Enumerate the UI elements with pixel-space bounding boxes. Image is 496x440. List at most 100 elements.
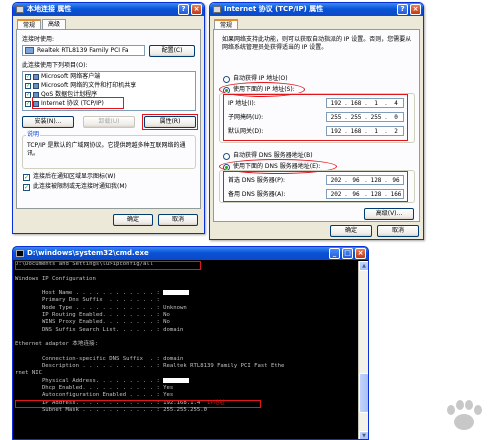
console-line: IP Address. . . . . . . . . . . . : 192.… bbox=[15, 399, 358, 408]
minimize-button[interactable]: _ bbox=[329, 248, 340, 259]
ok-button[interactable]: 确定 bbox=[113, 214, 153, 226]
close-button[interactable]: × bbox=[410, 4, 421, 15]
tcpip-highlight bbox=[32, 97, 124, 109]
adapter-name: Realtek RTL8139 Family PCI Fa bbox=[37, 47, 129, 54]
console-icon bbox=[16, 250, 24, 257]
help-button[interactable]: ? bbox=[178, 4, 189, 15]
console-line: Dhcp Enabled. . . . . . . . . . . : Yes bbox=[15, 385, 358, 392]
description-text: TCP/IP 是默认的广域网协议。它提供跨越多种互联网络的通讯。 bbox=[27, 142, 186, 157]
network-adapter-icon bbox=[25, 47, 34, 54]
vertical-scrollbar[interactable]: ▲ ▼ bbox=[358, 261, 368, 439]
console-line: Node Type . . . . . . . . . . . . : Unkn… bbox=[15, 305, 358, 312]
console-line-text: Node Type . . . . . . . . . . . . : Unkn… bbox=[15, 304, 187, 311]
checkbox[interactable]: ✓ bbox=[25, 100, 31, 107]
console-line: Physical Address. . . . . . . . . : bbox=[15, 377, 358, 385]
install-button[interactable]: 安装(N)... bbox=[22, 116, 74, 128]
scroll-down-arrow-icon[interactable]: ▼ bbox=[359, 431, 368, 439]
console-line: Primary Dns Suffix . . . . . . . : bbox=[15, 297, 358, 304]
console-line: Host Name . . . . . . . . . . . . : bbox=[15, 290, 358, 297]
intro-text: 如果网络支持此功能，则可以获取自动指派的 IP 设置。否则，您需要从网络系统管理… bbox=[222, 36, 412, 51]
show-icon-label: 连接后在通知区域显示图标(W) bbox=[33, 173, 116, 180]
cancel-button[interactable]: 取消 bbox=[377, 225, 419, 237]
console-line: Autoconfiguration Enabled . . . . : Yes bbox=[15, 392, 358, 399]
close-button[interactable]: × bbox=[191, 4, 202, 15]
component-icon bbox=[33, 73, 39, 80]
paw-watermark-icon bbox=[447, 400, 482, 430]
console-line-text: DNS Suffix Search List. . . . . . : doma… bbox=[15, 326, 184, 333]
notify-checkbox[interactable]: ✓ bbox=[23, 184, 30, 191]
console-line-text: Dhcp Enabled. . . . . . . . . . . : Yes bbox=[15, 385, 174, 392]
console-line-text: IP Routing Enabled. . . . . . . . : No bbox=[15, 312, 170, 319]
description-title: 说明 bbox=[26, 131, 41, 139]
maximize-button[interactable]: □ bbox=[342, 248, 353, 259]
console-line-text: Windows IP Configuration bbox=[15, 275, 96, 282]
redacted-value bbox=[163, 377, 190, 383]
command-highlight bbox=[15, 261, 201, 270]
checkbox[interactable]: ✓ bbox=[25, 82, 31, 89]
console-line: WINS Proxy Enabled. . . . . . . . : No bbox=[15, 319, 358, 326]
components-label: 此连接使用下列项目(O): bbox=[22, 62, 88, 69]
tab-strip: 常规 bbox=[214, 19, 239, 29]
console-line-text: Host Name . . . . . . . . . . . . : bbox=[15, 290, 164, 297]
window-title: 本地连接 属性 bbox=[27, 5, 72, 13]
adapter-field: Realtek RTL8139 Family PCI Fa bbox=[22, 45, 145, 56]
component-icon bbox=[33, 82, 39, 89]
dns-settings-highlight bbox=[223, 171, 408, 202]
console-line: DNS Suffix Search List. . . . . . : doma… bbox=[15, 327, 358, 334]
console-line: rnet NIC bbox=[15, 370, 358, 377]
close-button[interactable]: × bbox=[355, 248, 366, 259]
general-panel: 连接时使用: Realtek RTL8139 Family PCI Fa 配置(… bbox=[16, 29, 201, 209]
scroll-up-arrow-icon[interactable]: ▲ bbox=[359, 261, 368, 271]
console-line-text: Autoconfiguration Enabled . . . . : Yes bbox=[15, 392, 174, 399]
advanced-button[interactable]: 高级(V)... bbox=[364, 208, 414, 220]
title-bar[interactable]: Internet 协议 (TCP/IP) 属性 ? × bbox=[210, 3, 423, 16]
scroll-thumb[interactable] bbox=[359, 373, 368, 413]
command-prompt-window: D:\windows\system32\cmd.exe _ □ × D:\Doc… bbox=[12, 246, 369, 440]
tab-strip: 常规 高级 bbox=[17, 19, 67, 29]
console-output[interactable]: D:\Documents and Settings\lu>ipconfig/al… bbox=[15, 261, 358, 439]
tab-general[interactable]: 常规 bbox=[214, 19, 239, 29]
checkbox[interactable]: ✓ bbox=[25, 73, 31, 80]
title-bar[interactable]: D:\windows\system32\cmd.exe _ □ × bbox=[13, 247, 368, 260]
list-item[interactable]: ✓ Microsoft 网络客户端 bbox=[25, 73, 100, 81]
tab-general[interactable]: 常规 bbox=[17, 19, 42, 29]
console-line-text: Ethernet adapter 本地连接: bbox=[15, 341, 98, 348]
list-item[interactable]: ✓ Microsoft 网络的文件和打印机共享 bbox=[25, 82, 136, 90]
console-line: Subnet Mask . . . . . . . . . . . : 255.… bbox=[15, 407, 358, 414]
console-line-text: Subnet Mask . . . . . . . . . . . : 255.… bbox=[15, 406, 207, 413]
tcpip-properties-window: Internet 协议 (TCP/IP) 属性 ? × 常规 如果网络支持此功能… bbox=[209, 2, 424, 240]
configure-button[interactable]: 配置(C) bbox=[149, 45, 195, 57]
console-line: IP Routing Enabled. . . . . . . . : No bbox=[15, 312, 358, 319]
window-icon bbox=[213, 6, 221, 13]
general-panel: 如果网络支持此功能，则可以获取自动指派的 IP 设置。否则，您需要从网络系统管理… bbox=[213, 29, 420, 222]
console-line: Windows IP Configuration bbox=[15, 276, 358, 283]
console-line: Ethernet adapter 本地连接: bbox=[15, 341, 358, 348]
console-line-text: Connection-specific DNS Suffix . : domai… bbox=[15, 355, 184, 362]
ok-button[interactable]: 确定 bbox=[330, 225, 372, 237]
auto-dns-radio[interactable] bbox=[223, 153, 230, 160]
show-icon-checkbox[interactable]: ✓ bbox=[23, 174, 30, 181]
uninstall-button[interactable]: 卸载(U) bbox=[83, 116, 135, 128]
connect-using-label: 连接时使用: bbox=[22, 36, 55, 43]
title-bar[interactable]: 本地连接 属性 ? × bbox=[13, 3, 204, 16]
console-line-text: rnet NIC bbox=[15, 370, 42, 377]
redacted-value bbox=[163, 290, 190, 296]
cancel-button[interactable]: 取消 bbox=[158, 214, 198, 226]
console-line-text: Description . . . . . . . . . . . : Real… bbox=[15, 363, 285, 370]
console-line-text: Physical Address. . . . . . . . . : bbox=[15, 377, 164, 384]
local-connection-properties-window: 本地连接 属性 ? × 常规 高级 连接时使用: Realtek RTL8139… bbox=[12, 2, 205, 234]
auto-ip-radio[interactable] bbox=[223, 76, 230, 83]
console-line: Connection-specific DNS Suffix . : domai… bbox=[15, 356, 358, 363]
checkbox[interactable]: ✓ bbox=[25, 91, 31, 98]
network-icon bbox=[16, 6, 24, 13]
console-line-text: WINS Proxy Enabled. . . . . . . . : No bbox=[15, 319, 170, 326]
help-button[interactable]: ? bbox=[397, 4, 408, 15]
console-line: Description . . . . . . . . . . . : Real… bbox=[15, 363, 358, 370]
properties-highlight bbox=[142, 114, 198, 130]
window-title: D:\windows\system32\cmd.exe bbox=[27, 249, 149, 257]
tab-advanced[interactable]: 高级 bbox=[42, 19, 67, 29]
ip-settings-highlight bbox=[223, 94, 408, 141]
notify-label: 此连接被限制或无连接时通知我(M) bbox=[33, 183, 127, 190]
